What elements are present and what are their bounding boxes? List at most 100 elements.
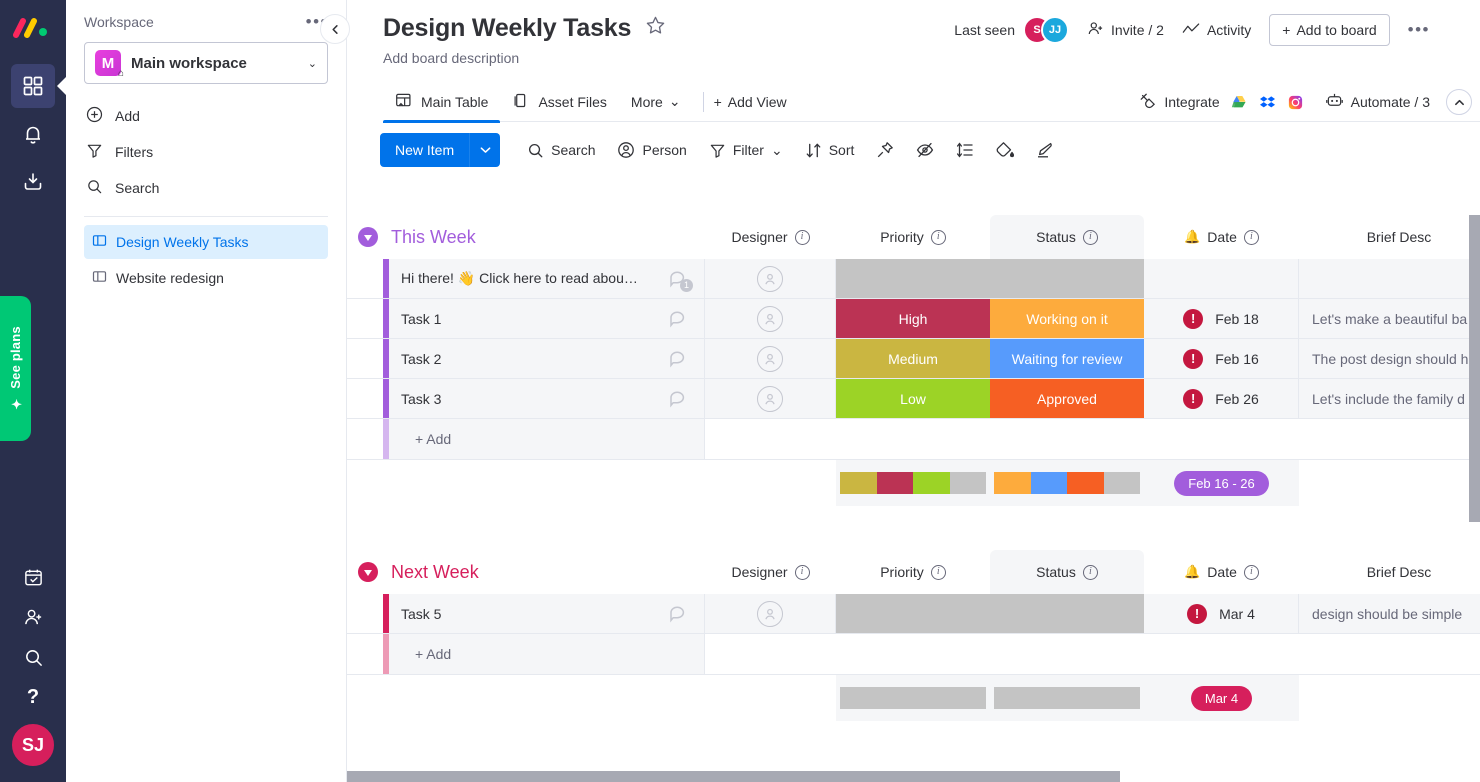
add-item-row[interactable]: + Add — [347, 634, 1480, 675]
avatar[interactable]: SJ — [10, 722, 56, 768]
comment-bubble-icon[interactable]: 1 — [668, 268, 690, 290]
sidebar-add-button[interactable]: Add — [84, 98, 328, 134]
column-info-icon[interactable]: i — [1244, 565, 1259, 580]
scrollbar-thumb[interactable] — [1469, 215, 1480, 522]
board-more-button[interactable]: ••• — [1408, 25, 1430, 35]
cell-designer[interactable] — [705, 339, 836, 378]
pin-button[interactable] — [865, 133, 905, 167]
column-info-icon[interactable]: i — [931, 230, 946, 245]
calendar-check-icon[interactable] — [23, 567, 44, 593]
cell-priority[interactable] — [836, 259, 990, 298]
row-height-button[interactable] — [945, 133, 985, 167]
column-header-brief[interactable]: Brief Desc — [1299, 550, 1480, 594]
cell-date[interactable]: !Feb 26 — [1144, 379, 1299, 418]
tab-asset-files[interactable]: Asset Files — [500, 82, 618, 122]
monday-logo[interactable] — [11, 10, 55, 46]
cell-brief-description[interactable] — [1299, 259, 1480, 298]
see-plans-button[interactable]: ✦ See plans — [0, 296, 31, 441]
cell-priority[interactable]: Low — [836, 379, 990, 418]
add-view-button[interactable]: + Add View — [714, 94, 787, 110]
column-info-icon[interactable]: i — [795, 230, 810, 245]
cell-designer[interactable] — [705, 259, 836, 298]
cell-designer[interactable] — [705, 594, 836, 633]
cell-status[interactable] — [990, 259, 1144, 298]
notifications-bell-icon[interactable] — [11, 112, 55, 156]
column-header-priority[interactable]: Priorityi — [836, 215, 990, 259]
comment-bubble-icon[interactable] — [668, 348, 690, 370]
table-row[interactable]: Task 1HighWorking on it!Feb 18Let's make… — [347, 299, 1480, 339]
cell-priority[interactable]: Medium — [836, 339, 990, 378]
cell-status[interactable]: Waiting for review — [990, 339, 1144, 378]
column-header-designer[interactable]: Designeri — [705, 550, 836, 594]
favorite-star-icon[interactable] — [645, 15, 666, 42]
filter-button[interactable]: Filter ⌄ — [698, 133, 794, 167]
cell-brief-description[interactable]: Let's include the family d — [1299, 379, 1480, 418]
new-item-button[interactable]: New Item — [380, 133, 469, 167]
cell-item-name[interactable]: Task 1 — [389, 299, 705, 338]
horizontal-scrollbar[interactable] — [347, 769, 1480, 782]
cell-status[interactable] — [990, 594, 1144, 633]
comment-bubble-icon[interactable] — [668, 603, 690, 625]
add-item-row[interactable]: + Add — [347, 419, 1480, 460]
sidebar-item-website-redesign[interactable]: Website redesign — [84, 261, 328, 295]
column-header-date[interactable]: 🔔Datei — [1144, 550, 1299, 594]
help-question-icon[interactable]: ? — [27, 687, 39, 708]
last-seen-avatars[interactable]: S JJ — [1023, 16, 1069, 44]
tab-main-table[interactable]: Main Table — [383, 82, 500, 122]
cell-brief-description[interactable]: design should be simple — [1299, 594, 1480, 633]
column-header-status[interactable]: Statusi — [990, 550, 1144, 594]
table-row[interactable]: Hi there! 👋 Click here to read abou…1 — [347, 259, 1480, 299]
invite-member-icon[interactable] — [23, 607, 44, 633]
cell-priority[interactable] — [836, 594, 990, 633]
sidebar-item-design-weekly-tasks[interactable]: Design Weekly Tasks — [84, 225, 328, 259]
sidebar-search-button[interactable]: Search — [84, 170, 328, 206]
cell-date[interactable]: !Feb 18 — [1144, 299, 1299, 338]
comment-bubble-icon[interactable] — [668, 308, 690, 330]
inbox-download-icon[interactable] — [11, 160, 55, 204]
cell-brief-description[interactable]: The post design should h — [1299, 339, 1480, 378]
add-to-board-button[interactable]: + Add to board — [1269, 14, 1389, 46]
scrollbar-thumb[interactable] — [347, 771, 1120, 782]
cell-item-name[interactable]: Task 3 — [389, 379, 705, 418]
integrate-button[interactable]: Integrate — [1139, 89, 1308, 115]
person-placeholder-icon[interactable] — [757, 601, 783, 627]
pen-edit-button[interactable] — [1025, 133, 1065, 167]
person-placeholder-icon[interactable] — [757, 346, 783, 372]
cell-date[interactable]: !Mar 4 — [1144, 594, 1299, 633]
column-header-status[interactable]: Statusi — [990, 215, 1144, 259]
table-row[interactable]: Task 5 !Mar 4design should be simple — [347, 594, 1480, 634]
cell-item-name[interactable]: Task 5 — [389, 594, 705, 633]
home-grid-icon[interactable] — [11, 64, 55, 108]
cell-priority[interactable]: High — [836, 299, 990, 338]
cell-status[interactable]: Working on it — [990, 299, 1144, 338]
tabs-more-button[interactable]: More ⌄ — [619, 93, 693, 110]
hide-button[interactable] — [905, 133, 945, 167]
column-header-brief[interactable]: Brief Desc — [1299, 215, 1480, 259]
collapse-sidebar-button[interactable] — [320, 14, 350, 44]
search-button[interactable]: Search — [516, 133, 606, 167]
instagram-icon[interactable] — [1283, 89, 1309, 115]
column-info-icon[interactable]: i — [1083, 230, 1098, 245]
summary-priority[interactable] — [836, 675, 990, 721]
summary-status[interactable] — [990, 675, 1144, 721]
comment-bubble-icon[interactable] — [668, 388, 690, 410]
cell-date[interactable]: !Feb 16 — [1144, 339, 1299, 378]
column-header-priority[interactable]: Priorityi — [836, 550, 990, 594]
cell-item-name[interactable]: Task 2 — [389, 339, 705, 378]
sort-button[interactable]: Sort — [794, 133, 866, 167]
avatar[interactable]: JJ — [1041, 16, 1069, 44]
summary-status[interactable] — [990, 460, 1144, 506]
table-row[interactable]: Task 3LowApproved!Feb 26Let's include th… — [347, 379, 1480, 419]
invite-button[interactable]: Invite / 2 — [1087, 20, 1164, 40]
column-info-icon[interactable]: i — [1083, 565, 1098, 580]
column-info-icon[interactable]: i — [1244, 230, 1259, 245]
cell-designer[interactable] — [705, 379, 836, 418]
person-placeholder-icon[interactable] — [757, 266, 783, 292]
new-item-dropdown-button[interactable] — [469, 133, 500, 167]
search-icon[interactable] — [23, 647, 44, 673]
vertical-scrollbar[interactable] — [1469, 215, 1480, 769]
color-button[interactable] — [985, 133, 1025, 167]
automate-button[interactable]: Automate / 3 — [1325, 92, 1430, 112]
board-description[interactable]: Add board description — [383, 50, 1480, 66]
column-header-date[interactable]: 🔔Datei — [1144, 215, 1299, 259]
